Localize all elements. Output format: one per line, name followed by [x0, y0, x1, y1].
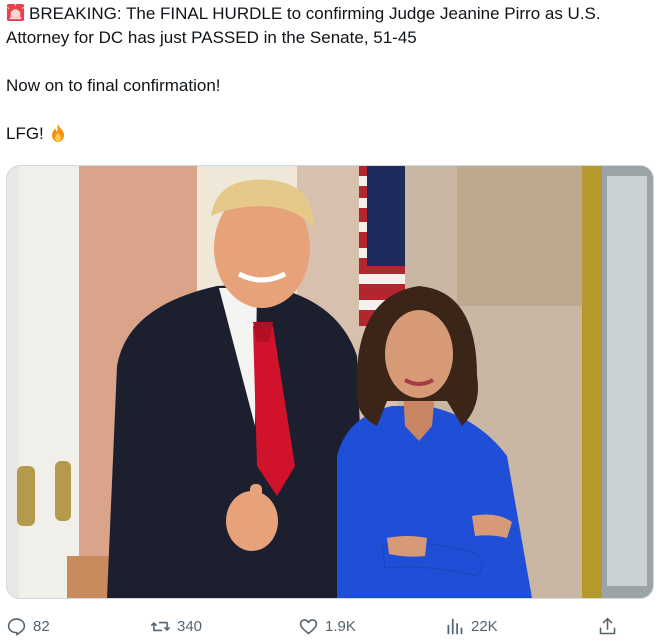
tweet-line-3: Now on to final confirmation!: [6, 76, 221, 95]
views-button[interactable]: 22K: [444, 612, 498, 640]
repost-count: 340: [177, 617, 203, 635]
views-count: 22K: [471, 617, 498, 635]
repost-icon: [150, 621, 171, 631]
tweet-text: BREAKING: The FINAL HURDLE to confirming…: [6, 2, 661, 146]
reply-icon: [7, 617, 26, 636]
analytics-icon: [447, 618, 463, 634]
reply-count: 82: [33, 617, 50, 635]
tweet-actions: 82 340 1.9K 22K: [0, 612, 669, 640]
repost-button[interactable]: 340: [150, 612, 202, 640]
reply-button[interactable]: 82: [6, 612, 50, 640]
tweet-line-2: Attorney for DC has just PASSED in the S…: [6, 28, 417, 47]
heart-icon: [299, 618, 318, 634]
tweet-photo[interactable]: [6, 165, 654, 599]
tweet-line-1: BREAKING: The FINAL HURDLE to confirming…: [6, 2, 661, 26]
rotating-light-icon: [6, 3, 25, 22]
share-icon: [599, 617, 616, 634]
tweet-line-4: LFG!: [6, 122, 661, 146]
share-button[interactable]: [597, 612, 624, 640]
like-button[interactable]: 1.9K: [298, 612, 356, 640]
photo-illustration: [7, 166, 653, 598]
fire-icon: [51, 124, 64, 142]
like-count: 1.9K: [325, 617, 356, 635]
tweet-line-1-text: BREAKING: The FINAL HURDLE to confirming…: [29, 4, 601, 23]
tweet-line-4-text: LFG!: [6, 124, 44, 143]
